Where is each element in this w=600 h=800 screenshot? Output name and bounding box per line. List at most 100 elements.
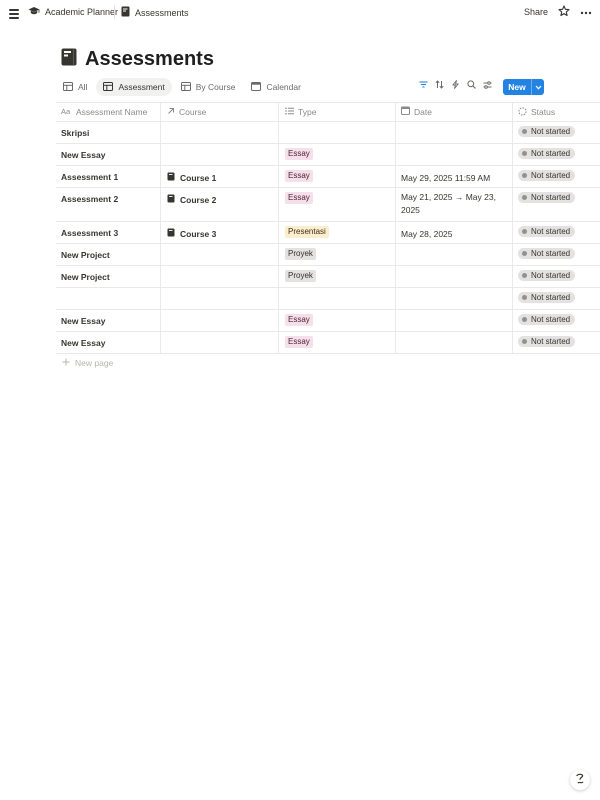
table-row[interactable]: Assessment 1 Course 1 Essay May 29, 2025 11… [56,166,600,188]
tab-assessment[interactable]: Assessment [96,78,172,96]
menu-button[interactable] [8,6,20,20]
course-link[interactable]: Course 3 [167,228,216,239]
status-badge: Not started [518,226,576,237]
column-header-course[interactable]: Course [160,103,278,121]
status-label: Not started [531,171,571,180]
new-button[interactable]: New [503,82,531,92]
assessment-name: Skripsi [61,128,90,138]
status-dot [522,173,527,178]
cell-course[interactable]: Course 3 [160,222,278,243]
cell-status[interactable]: Not started [512,188,600,221]
chevron-down-icon[interactable] [532,85,544,90]
search-icon[interactable] [467,80,476,89]
cell-type[interactable]: Essay [278,332,395,353]
cell-assessment-name[interactable]: New Essay [56,310,160,331]
cell-status[interactable]: Not started [512,244,600,265]
cell-date[interactable] [395,310,512,331]
help-button[interactable] [570,770,590,790]
breadcrumb-workspace[interactable]: Academic Planner [28,6,118,18]
cell-assessment-name[interactable]: Skripsi [56,122,160,143]
cell-assessment-name[interactable]: New Project [56,244,160,265]
cell-status[interactable]: Not started [512,222,600,243]
cell-assessment-name[interactable]: New Essay [56,332,160,353]
table-row[interactable]: Not started [56,288,600,310]
notebook-icon [167,194,175,205]
cell-type[interactable]: Proyek [278,266,395,287]
cell-date[interactable] [395,266,512,287]
cell-course[interactable] [160,244,278,265]
table-row[interactable]: New Project Proyek Not started [56,244,600,266]
new-page-button[interactable]: New page [62,358,113,368]
cell-date[interactable] [395,244,512,265]
tab-all[interactable]: All [56,78,94,96]
tab-calendar[interactable]: Calendar [244,78,308,96]
cell-type[interactable]: Essay [278,310,395,331]
cell-course[interactable] [160,288,278,309]
column-header-date[interactable]: Date [395,103,512,121]
cell-course[interactable]: Course 1 [160,166,278,187]
course-link[interactable]: Course 1 [167,172,216,183]
cell-course[interactable] [160,122,278,143]
status-label: Not started [531,337,571,346]
table-row[interactable]: New Essay Essay Not started [56,332,600,354]
cell-course[interactable] [160,266,278,287]
cell-status[interactable]: Not started [512,166,600,187]
cell-assessment-name[interactable]: New Essay [56,144,160,165]
cell-status[interactable]: Not started [512,144,600,165]
cell-type[interactable]: Essay [278,144,395,165]
sort-icon[interactable] [435,80,444,89]
cell-type[interactable] [278,288,395,309]
course-link[interactable]: Course 2 [167,194,216,205]
cell-date[interactable] [395,288,512,309]
cell-type[interactable] [278,122,395,143]
relation-arrow-icon [167,107,175,117]
sliders-icon[interactable] [483,80,492,89]
column-header-name[interactable]: Aa Assessment Name [56,103,160,121]
cell-type[interactable]: Proyek [278,244,395,265]
table-row[interactable]: New Essay Essay Not started [56,144,600,166]
table-row[interactable]: Assessment 2 Course 2 Essay May 21, 2025 → … [56,188,600,222]
cell-date[interactable]: May 29, 2025 11:59 AM [395,166,512,187]
cell-date[interactable] [395,122,512,143]
column-header-type[interactable]: Type [278,103,395,121]
assessment-name: New Essay [61,316,106,326]
cell-status[interactable]: Not started [512,332,600,353]
cell-date[interactable] [395,144,512,165]
cell-status[interactable]: Not started [512,122,600,143]
cell-assessment-name[interactable]: Assessment 3 [56,222,160,243]
filter-icon[interactable] [419,80,428,89]
cell-assessment-name[interactable]: New Project [56,266,160,287]
share-button[interactable]: Share [524,7,548,17]
cell-status[interactable]: Not started [512,266,600,287]
star-icon[interactable] [558,5,570,19]
type-tag: Proyek [285,270,316,282]
more-horizontal-icon[interactable] [580,7,592,17]
cell-status[interactable]: Not started [512,310,600,331]
cell-type[interactable]: Essay [278,166,395,187]
cell-course[interactable]: Course 2 [160,188,278,221]
tab-by-course[interactable]: By Course [174,78,243,96]
cell-date[interactable]: May 21, 2025 → May 23, 2025 [395,188,512,221]
table-row[interactable]: Assessment 3 Course 3 Presentasi May 28, 20… [56,222,600,244]
lightning-icon[interactable] [451,80,460,89]
cell-course[interactable] [160,332,278,353]
cell-assessment-name[interactable]: Assessment 2 [56,188,160,221]
cell-date[interactable] [395,332,512,353]
table-row[interactable]: New Essay Essay Not started [56,310,600,332]
table-row[interactable]: Skripsi Not started [56,122,600,144]
column-header-status[interactable]: Status [512,103,600,121]
assessment-name: New Project [61,272,110,282]
assessment-name: Assessment 2 [61,194,119,204]
cell-type[interactable]: Presentasi [278,222,395,243]
cell-date[interactable]: May 28, 2025 [395,222,512,243]
status-dot [522,129,527,134]
cell-course[interactable] [160,144,278,165]
cell-status[interactable]: Not started [512,288,600,309]
status-dot [522,295,527,300]
table-row[interactable]: New Project Proyek Not started [56,266,600,288]
breadcrumb-page[interactable]: Assessments [121,6,189,19]
cell-assessment-name[interactable]: Assessment 1 [56,166,160,187]
cell-assessment-name[interactable] [56,288,160,309]
cell-course[interactable] [160,310,278,331]
cell-type[interactable]: Essay [278,188,395,221]
